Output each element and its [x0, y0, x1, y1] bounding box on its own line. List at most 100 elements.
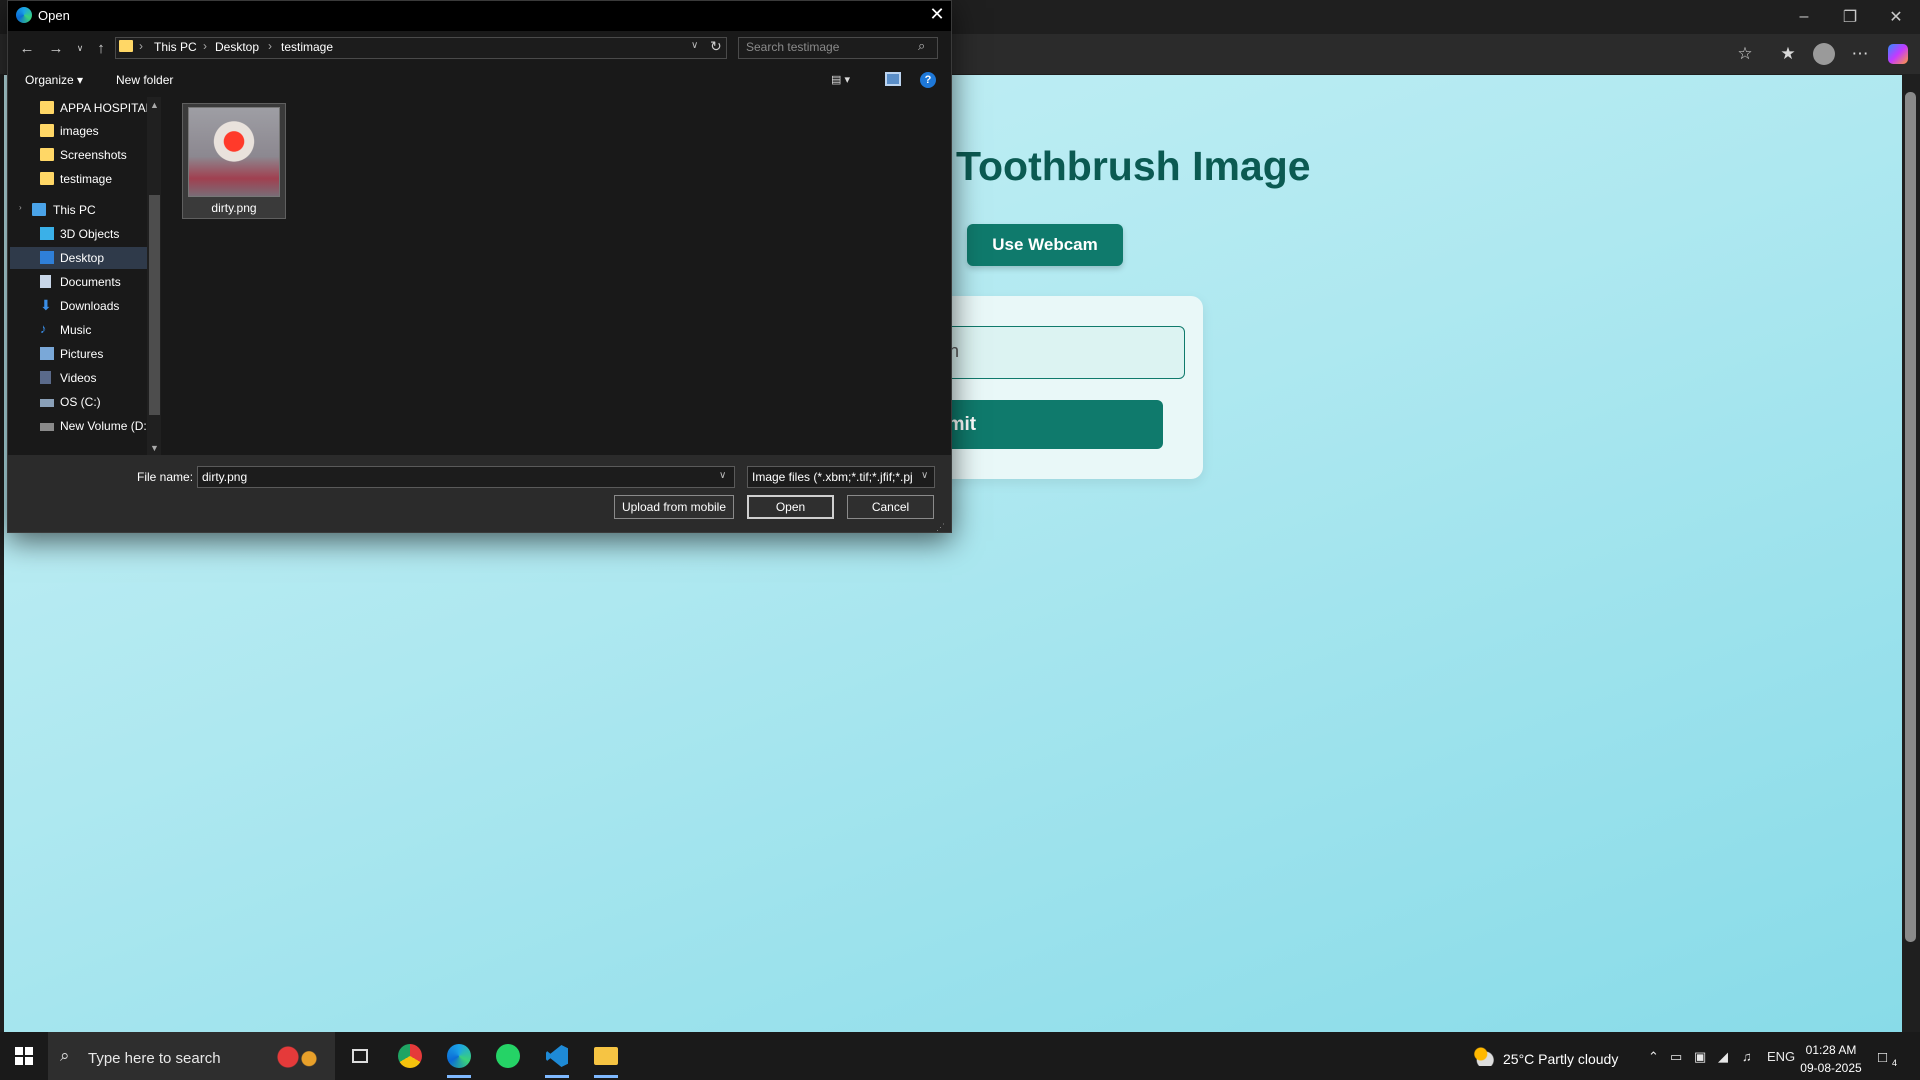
wifi-icon[interactable]: ◢ — [1718, 1049, 1728, 1065]
file-explorer-icon[interactable] — [582, 1032, 630, 1080]
show-hidden-icons-chevron-up-icon[interactable]: ⌃ — [1648, 1049, 1659, 1065]
nav-item-label: APPA HOSPITAL — [60, 101, 153, 115]
nav-item-new-volume[interactable]: New Volume (D: — [10, 415, 155, 437]
resize-grip-icon[interactable]: ⋰ — [936, 522, 945, 533]
page-heading: Toothbrush Image — [956, 143, 1311, 189]
address-dropdown-icon[interactable]: ∨ — [691, 40, 698, 51]
nav-item-desktop[interactable]: Desktop — [10, 247, 155, 269]
organize-button[interactable]: Organize ▾ — [25, 73, 83, 87]
back-arrow-icon[interactable]: ← — [16, 38, 38, 58]
breadcrumb-separator-icon: › — [139, 39, 143, 53]
edge-icon[interactable] — [435, 1032, 483, 1080]
file-name-input[interactable]: dirty.png — [197, 466, 735, 488]
organize-label: Organize — [25, 73, 74, 87]
nav-item-videos[interactable]: Videos — [10, 367, 155, 389]
cancel-button[interactable]: Cancel — [847, 495, 934, 519]
weather-icon[interactable] — [1472, 1046, 1494, 1066]
bluetooth-device-icon[interactable]: ▣ — [1694, 1049, 1706, 1065]
help-icon[interactable]: ? — [920, 72, 936, 88]
more-menu-icon[interactable]: ⋯ — [1846, 42, 1874, 66]
clock-time[interactable]: 01:28 AM — [1800, 1043, 1862, 1057]
video-icon — [40, 371, 51, 384]
refresh-icon[interactable]: ↻ — [710, 38, 722, 55]
nav-item-music[interactable]: ♪ Music — [10, 319, 155, 341]
minimize-button[interactable]: – — [1781, 0, 1827, 34]
up-arrow-icon[interactable]: ↑ — [90, 38, 112, 58]
nav-item-label: OS (C:) — [60, 395, 101, 409]
nav-item-label: Downloads — [60, 299, 120, 313]
file-thumbnail-image[interactable] — [188, 107, 280, 197]
file-name-label: dirty.png — [211, 201, 257, 215]
upload-input[interactable]: n — [940, 326, 1185, 379]
nav-item-screenshots[interactable]: Screenshots — [10, 144, 155, 166]
nav-scroll-thumb[interactable] — [149, 195, 160, 415]
task-view-icon[interactable] — [336, 1032, 384, 1080]
scroll-down-icon[interactable]: ▼ — [150, 443, 159, 453]
volume-icon[interactable]: ♫ — [1742, 1049, 1752, 1064]
navigation-pane: APPA HOSPITAL images Screenshots testima… — [10, 97, 164, 455]
nav-item-documents[interactable]: Documents — [10, 271, 155, 293]
restore-button[interactable]: ❐ — [1827, 0, 1873, 34]
folder-icon — [40, 172, 54, 185]
chevron-right-icon[interactable]: › — [19, 203, 22, 212]
folder-icon — [40, 148, 54, 161]
profile-avatar-icon[interactable] — [1810, 42, 1838, 66]
music-icon: ♪ — [40, 321, 47, 336]
nav-item-label: Desktop — [60, 251, 105, 265]
chrome-icon[interactable] — [386, 1032, 434, 1080]
breadcrumb-this-pc[interactable]: This PC — [154, 40, 197, 54]
file-type-dropdown-icon[interactable]: ∨ — [921, 470, 928, 481]
desktop-icon — [40, 251, 54, 264]
recent-chevron-down-icon[interactable]: ∨ — [69, 38, 91, 58]
pc-icon — [32, 203, 46, 216]
weather-text[interactable]: 25°C Partly cloudy — [1503, 1051, 1618, 1067]
nav-item-this-pc[interactable]: › This PC — [10, 199, 155, 221]
favorite-star-icon[interactable]: ☆ — [1731, 42, 1759, 66]
new-folder-button[interactable]: New folder — [116, 73, 173, 87]
nav-item-label: Screenshots — [60, 148, 127, 162]
breadcrumb-desktop[interactable]: Desktop — [215, 40, 259, 54]
nav-item-testimage[interactable]: testimage — [10, 168, 155, 190]
battery-icon[interactable]: ▭ — [1670, 1049, 1682, 1065]
nav-item-label: This PC — [53, 203, 96, 217]
nav-item-os-c[interactable]: OS (C:) — [10, 391, 155, 413]
nav-item-label: 3D Objects — [60, 227, 120, 241]
dialog-close-icon[interactable]: ✕ — [926, 4, 948, 25]
nav-item-images[interactable]: images — [10, 120, 155, 142]
upload-from-mobile-button[interactable]: Upload from mobile — [614, 495, 734, 519]
file-name-label: File name: — [137, 470, 194, 484]
nav-item-3d-objects[interactable]: 3D Objects — [10, 223, 155, 245]
copilot-icon[interactable] — [1884, 42, 1912, 66]
file-name-dropdown-icon[interactable]: ∨ — [719, 470, 726, 481]
nav-item-pictures[interactable]: Pictures — [10, 343, 155, 365]
clock-date[interactable]: 09-08-2025 — [1800, 1061, 1862, 1075]
search-placeholder: Search testimage — [746, 40, 840, 54]
scroll-up-icon[interactable]: ▲ — [150, 100, 159, 110]
drive-icon — [40, 423, 54, 431]
nav-item-appa-hospital[interactable]: APPA HOSPITAL — [10, 97, 155, 119]
breadcrumb-separator-icon: › — [203, 39, 207, 53]
search-icon: ⌕ — [60, 1046, 70, 1065]
vscode-icon[interactable] — [533, 1032, 581, 1080]
page-scroll-thumb[interactable] — [1905, 92, 1916, 942]
language-indicator[interactable]: ENG — [1767, 1049, 1795, 1064]
search-icon[interactable]: ⌕ — [918, 38, 925, 54]
file-type-select[interactable]: Image files (*.xbm;*.tif;*.jfif;*.pj — [747, 466, 935, 488]
use-webcam-button[interactable]: Use Webcam — [967, 224, 1123, 266]
change-view-icon[interactable]: ▤ ▾ — [831, 73, 865, 89]
notification-center-icon[interactable]: □ — [1878, 1049, 1887, 1066]
start-button[interactable] — [0, 1032, 48, 1080]
search-highlight-art-icon — [260, 1040, 330, 1074]
preview-pane-icon[interactable] — [885, 72, 901, 86]
nav-item-label: testimage — [60, 172, 113, 186]
open-button[interactable]: Open — [747, 495, 834, 519]
breadcrumb-testimage[interactable]: testimage — [281, 40, 333, 54]
folder-icon — [40, 124, 54, 137]
nav-item-label: images — [60, 124, 99, 138]
nav-item-downloads[interactable]: ⬇ Downloads — [10, 295, 155, 317]
favorites-icon[interactable]: ★ — [1774, 42, 1802, 66]
whatsapp-icon[interactable] — [484, 1032, 532, 1080]
submit-button[interactable]: omit — [930, 400, 1163, 449]
forward-arrow-icon[interactable]: → — [45, 38, 67, 58]
close-window-button[interactable]: ✕ — [1873, 0, 1919, 34]
